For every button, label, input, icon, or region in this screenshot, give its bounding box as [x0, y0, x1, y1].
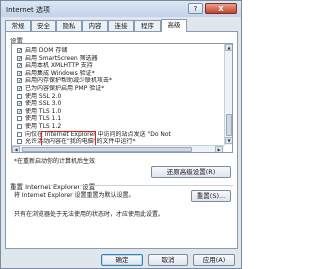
setting-row[interactable]: ✓ 启用 DOM 存储	[12, 47, 224, 54]
setting-row[interactable]: 使用 TLS 1.2	[12, 123, 224, 130]
setting-label: 使用 TLS 1.1	[25, 115, 62, 123]
unchecked-checkbox-icon[interactable]	[17, 116, 22, 122]
window-title: Internet 选项	[6, 6, 51, 14]
setting-row[interactable]: ✓ 启用本机 XMLHTTP 支持	[12, 62, 224, 69]
reset-warning: 只有在浏览器处于无法使用的状态时，才应使用此设置。	[14, 211, 165, 218]
tab-connections[interactable]: 连接	[108, 20, 134, 31]
setting-row[interactable]: ✓ 启用 SmartScreen 筛选器	[12, 55, 224, 62]
horizontal-scroll-thumb[interactable]	[22, 147, 192, 152]
setting-label: 启用 DOM 存储	[25, 47, 68, 54]
setting-label: 使用 TLS 1.2	[25, 123, 62, 130]
setting-row[interactable]: ✓ 启用内存保护帮助减少联机攻击*	[12, 77, 224, 84]
group-divider	[46, 185, 233, 186]
checked-checkbox-icon[interactable]: ✓	[17, 101, 22, 107]
tab-privacy[interactable]: 隐私	[56, 20, 82, 31]
setting-label: 启用 SmartScreen 筛选器	[25, 54, 98, 62]
title-bar: Internet 选项 ? X	[1, 1, 241, 17]
checked-checkbox-icon[interactable]: ✓	[17, 108, 22, 114]
setting-row[interactable]: ✓ 启用集成 Windows 验证*	[12, 70, 224, 77]
setting-row[interactable]: 使用 TLS 1.1	[12, 115, 224, 122]
settings-list[interactable]: ✓ 启用 DOM 存储 ✓ 启用 SmartScreen 筛选器 ✓ 启用本机 XMLHT…	[11, 43, 233, 153]
checked-checkbox-icon[interactable]: ✓	[17, 63, 22, 69]
checked-checkbox-icon[interactable]: ✓	[17, 70, 22, 76]
scroll-down-arrow-icon[interactable]: ▼	[225, 137, 232, 144]
setting-label: 使用 SSL 3.0	[25, 100, 62, 108]
close-button[interactable]: X	[205, 3, 237, 14]
advanced-panel: 设置 ✓ 启用 DOM 存储 ✓ 启用 SmartScreen 筛选器 ✓ 启用本机 XM…	[5, 31, 238, 249]
restart-note: *在重新启动你的计算机后生效	[14, 158, 96, 165]
unchecked-checkbox-icon[interactable]	[17, 124, 22, 129]
ok-button[interactable]: 确定	[101, 254, 143, 266]
unchecked-checkbox-icon[interactable]	[17, 131, 22, 137]
unchecked-checkbox-icon[interactable]	[17, 139, 22, 145]
reset-button[interactable]: 重置(S)...	[191, 190, 231, 202]
reset-description: 将 Internet Explorer 设置重置为默认设置。	[14, 192, 135, 199]
apply-button[interactable]: 应用(A)	[193, 254, 235, 266]
tab-content[interactable]: 内容	[82, 20, 108, 31]
setting-label: 启用集成 Windows 验证*	[25, 69, 95, 77]
horizontal-scrollbar[interactable]: ◀ ▶	[12, 145, 224, 152]
checked-checkbox-icon[interactable]: ✓	[17, 86, 22, 92]
unchecked-checkbox-icon[interactable]	[17, 93, 22, 99]
scroll-up-arrow-icon[interactable]: ▲	[225, 44, 232, 51]
setting-label: 已为内容保护启用 PMP 验证*	[25, 85, 105, 92]
setting-label: 使用 SSL 2.0	[25, 92, 62, 100]
tab-programs[interactable]: 程序	[134, 20, 161, 31]
setting-row[interactable]: ✓ 使用 SSL 3.0	[12, 100, 224, 107]
internet-options-dialog: Internet 选项 ? X 常规 安全 隐私 内容 连接 程序 高级 设置 …	[0, 0, 242, 269]
vertical-scroll-thumb[interactable]	[226, 114, 232, 136]
checked-checkbox-icon[interactable]: ✓	[17, 78, 22, 84]
setting-label: 启用本机 XMLHTTP 支持	[25, 62, 93, 70]
restore-advanced-button[interactable]: 还原高级设置(R)	[151, 166, 231, 178]
tab-advanced[interactable]: 高级	[161, 19, 187, 32]
scroll-left-arrow-icon[interactable]: ◀	[12, 146, 20, 152]
scroll-right-arrow-icon[interactable]: ▶	[215, 146, 223, 152]
setting-label: 使用 TLS 1.0	[25, 107, 62, 115]
cancel-button[interactable]: 取消	[148, 254, 188, 266]
setting-label: 启用内存保护帮助减少联机攻击*	[25, 77, 113, 85]
setting-row[interactable]: 使用 SSL 2.0	[12, 93, 224, 100]
tab-security[interactable]: 安全	[31, 20, 56, 31]
checked-checkbox-icon[interactable]: ✓	[17, 48, 22, 54]
checked-checkbox-icon[interactable]: ✓	[17, 55, 22, 61]
help-button[interactable]: ?	[188, 3, 203, 14]
setting-row[interactable]: ✓ 已为内容保护启用 PMP 验证*	[12, 85, 224, 92]
tab-general[interactable]: 常规	[5, 20, 31, 31]
setting-row[interactable]: ✓ 使用 TLS 1.0	[12, 108, 224, 115]
vertical-scrollbar[interactable]: ▲ ▼	[224, 44, 232, 145]
